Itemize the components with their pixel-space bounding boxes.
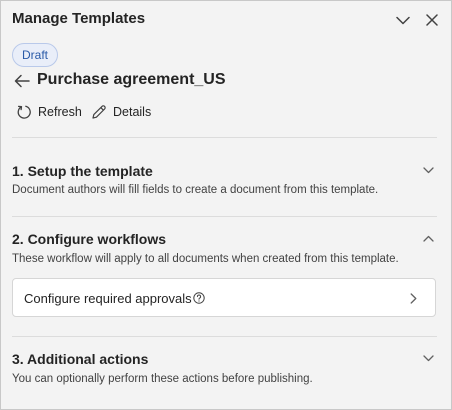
panel-title: Manage Templates [12,10,146,27]
back-button[interactable] [12,71,32,91]
section-workflows-title[interactable]: 2. Configure workflows [12,231,166,247]
section-setup-description: Document authors will fill fields to cre… [12,184,379,196]
panel-header: Manage Templates [1,1,451,39]
section-workflows-toggle[interactable] [420,230,436,246]
template-name: Purchase agreement_US [37,71,226,88]
chevron-down-icon [422,166,434,173]
configure-approvals-label: Configure required approvals [24,291,192,306]
manage-templates-panel: Manage Templates Draft Purchase agreemen… [0,0,452,410]
close-button[interactable] [422,10,442,30]
section-setup-toggle[interactable] [420,162,436,178]
chevron-down-icon [422,354,434,361]
refresh-label: Refresh [38,105,82,119]
chevron-right-icon [407,291,419,305]
configure-approvals-item[interactable]: Configure required approvals [12,278,436,317]
refresh-icon [17,105,31,119]
section-workflows-description: These workflow will apply to all documen… [12,253,399,265]
section-additional-toggle[interactable] [420,350,436,366]
pencil-icon [92,105,106,119]
chevron-up-icon [422,235,434,242]
collapse-button[interactable] [393,10,413,30]
divider [12,336,437,337]
close-icon [426,14,438,26]
help-circle-icon[interactable] [193,292,205,304]
details-button[interactable]: Details [91,102,171,122]
refresh-button[interactable]: Refresh [16,102,82,122]
status-badge: Draft [12,43,59,67]
template-title-row: Purchase agreement_US [12,70,432,92]
chevron-down-icon [396,16,410,24]
arrow-left-icon [14,74,30,88]
section-additional-description: You can optionally perform these actions… [12,373,313,385]
divider [12,137,437,138]
section-additional-title[interactable]: 3. Additional actions [12,351,148,367]
divider [12,216,437,217]
details-label: Details [113,105,152,119]
section-setup-title[interactable]: 1. Setup the template [12,163,153,179]
